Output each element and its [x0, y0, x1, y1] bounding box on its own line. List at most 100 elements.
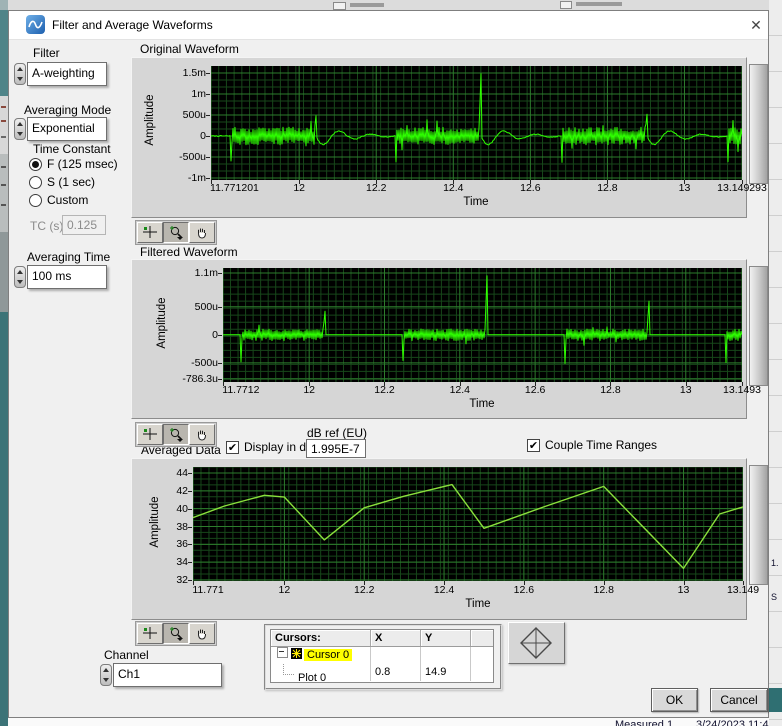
- time-constant-label: Time Constant: [33, 142, 111, 156]
- cursor-tool-button[interactable]: [137, 222, 163, 243]
- y-column-header[interactable]: Y: [421, 630, 471, 646]
- plot-y-value[interactable]: 14.9: [421, 664, 471, 681]
- cursor-tool-button[interactable]: [137, 623, 163, 644]
- checkbox-label: Display in dB: [244, 440, 315, 454]
- averaging-mode-value[interactable]: Exponential: [27, 117, 107, 141]
- db-ref-label: dB ref (EU): [307, 426, 368, 440]
- graph1-title: Original Waveform: [140, 42, 239, 56]
- background-measured-label: Measured 1: [615, 719, 674, 726]
- ok-button[interactable]: OK: [651, 688, 698, 712]
- graph2-scrollbar[interactable]: [749, 266, 768, 386]
- pan-tool-button[interactable]: [189, 424, 215, 445]
- graph1-scrollbar[interactable]: [749, 64, 768, 184]
- background-bottom-strip: Measured 1 3/24/2023 11:4: [8, 718, 769, 726]
- channel-value[interactable]: Ch1: [113, 663, 222, 687]
- graph1-y-axis-label: Amplitude: [144, 94, 156, 146]
- spinner-icon[interactable]: [14, 63, 26, 85]
- background-text-fragment: [350, 3, 384, 7]
- averaging-time-value[interactable]: 100 ms: [27, 265, 107, 289]
- plot-row[interactable]: Plot 0 0.8 14.9: [271, 664, 493, 684]
- graph1-panel: [131, 57, 747, 218]
- db-ref-field[interactable]: 1.995E-7: [306, 439, 366, 458]
- plot-name[interactable]: Plot 0: [298, 672, 326, 684]
- checkbox-checked-icon: [527, 438, 540, 452]
- graph1-x-axis-label: Time: [463, 196, 489, 208]
- cursors-column-header[interactable]: Cursors:: [271, 630, 371, 646]
- averaging-mode-select[interactable]: Exponential: [14, 117, 107, 141]
- cursor-tool-button[interactable]: [137, 424, 163, 445]
- background-checkbox-fragment: [560, 1, 572, 9]
- spinner-icon[interactable]: [14, 118, 26, 140]
- background-checkbox-fragment: [333, 2, 346, 10]
- spacer-column-header: [471, 630, 493, 646]
- cursor-y-cell[interactable]: [421, 647, 471, 664]
- background-left-edge: [0, 154, 8, 232]
- pan-tool-button[interactable]: [189, 222, 215, 243]
- radio-icon: [29, 175, 42, 189]
- averaging-mode-label: Averaging Mode: [24, 103, 112, 117]
- background-left-edge: [0, 232, 8, 312]
- zoom-tool-button[interactable]: [163, 222, 189, 243]
- graph2-panel: [131, 259, 747, 419]
- filter-label: Filter: [33, 46, 60, 60]
- checkbox-label: Couple Time Ranges: [545, 438, 658, 452]
- channel-select[interactable]: Ch1: [100, 663, 222, 687]
- close-button[interactable]: ✕: [745, 14, 767, 36]
- tc-field: 0.125: [62, 215, 106, 235]
- background-teal-cell: [769, 688, 782, 712]
- radio-icon: [29, 193, 42, 207]
- zoom-tool-button[interactable]: [163, 424, 189, 445]
- graph3-y-axis-label: Amplitude: [149, 496, 161, 548]
- plot-spacer-cell: [471, 664, 493, 681]
- couple-time-ranges-checkbox[interactable]: Couple Time Ranges: [527, 438, 657, 452]
- filter-value[interactable]: A-weighting: [27, 62, 107, 86]
- background-text-fragment: [576, 2, 622, 6]
- pan-tool-button[interactable]: [189, 623, 215, 644]
- graph2-y-axis-label: Amplitude: [156, 297, 168, 349]
- background-right-edge: 1. S: [769, 0, 782, 726]
- cursor-name[interactable]: Cursor 0: [304, 649, 353, 661]
- background-left-edge: [0, 0, 8, 10]
- averaging-time-select[interactable]: 100 ms: [14, 265, 107, 289]
- cancel-button[interactable]: Cancel: [710, 688, 768, 712]
- background-text-fragment: S: [771, 592, 778, 602]
- tc-label: TC (s): [30, 219, 64, 233]
- screen: 1. S Measured 1 3/24/2023 11:4 Filter an…: [0, 0, 782, 726]
- channel-label: Channel: [104, 648, 149, 662]
- cursor-marker-icon: [291, 648, 302, 659]
- background-text-fragment: 1.: [771, 558, 779, 568]
- graph3-toolbar: [135, 621, 217, 646]
- radio-label: Custom: [47, 193, 89, 207]
- cursor-table[interactable]: Cursors: X Y Cursor 0 Plot 0 0.8 14.9: [270, 629, 494, 684]
- zoom-tool-button[interactable]: [163, 623, 189, 644]
- tree-collapse-icon[interactable]: [277, 647, 288, 658]
- app-icon: [26, 15, 45, 34]
- radio-f-125-msec[interactable]: F (125 msec): [29, 157, 118, 171]
- background-left-edge: [0, 96, 8, 154]
- averaging-time-label: Averaging Time: [27, 250, 111, 264]
- cursor-spacer-cell: [471, 647, 493, 664]
- cursor-row[interactable]: Cursor 0: [271, 647, 493, 664]
- graph2-x-axis-label: Time: [469, 398, 495, 410]
- graph2-toolbar: [135, 422, 217, 447]
- graph1-toolbar: [135, 220, 217, 245]
- cursor-x-cell[interactable]: [371, 647, 421, 664]
- graph2-title: Filtered Waveform: [140, 245, 238, 259]
- radio-selected-icon: [29, 157, 42, 171]
- spinner-icon[interactable]: [100, 664, 112, 686]
- display-in-db-checkbox[interactable]: Display in dB: [226, 440, 314, 454]
- plot-x-value[interactable]: 0.8: [371, 664, 421, 681]
- graph3-x-axis-label: Time: [465, 598, 491, 610]
- x-column-header[interactable]: X: [371, 630, 421, 646]
- diamond-nav-icon: [520, 627, 552, 659]
- spinner-icon[interactable]: [14, 266, 26, 288]
- graph3-scrollbar[interactable]: [749, 465, 768, 585]
- tree-branch-line: [283, 664, 294, 675]
- filter-select[interactable]: A-weighting: [14, 62, 107, 86]
- cursor-table-header[interactable]: Cursors: X Y: [271, 630, 493, 647]
- radio-s-1-sec[interactable]: S (1 sec): [29, 175, 95, 189]
- cursor-mover-button[interactable]: [508, 622, 565, 664]
- radio-custom[interactable]: Custom: [29, 193, 88, 207]
- graph3-panel: [131, 458, 747, 620]
- radio-label: S (1 sec): [47, 175, 96, 189]
